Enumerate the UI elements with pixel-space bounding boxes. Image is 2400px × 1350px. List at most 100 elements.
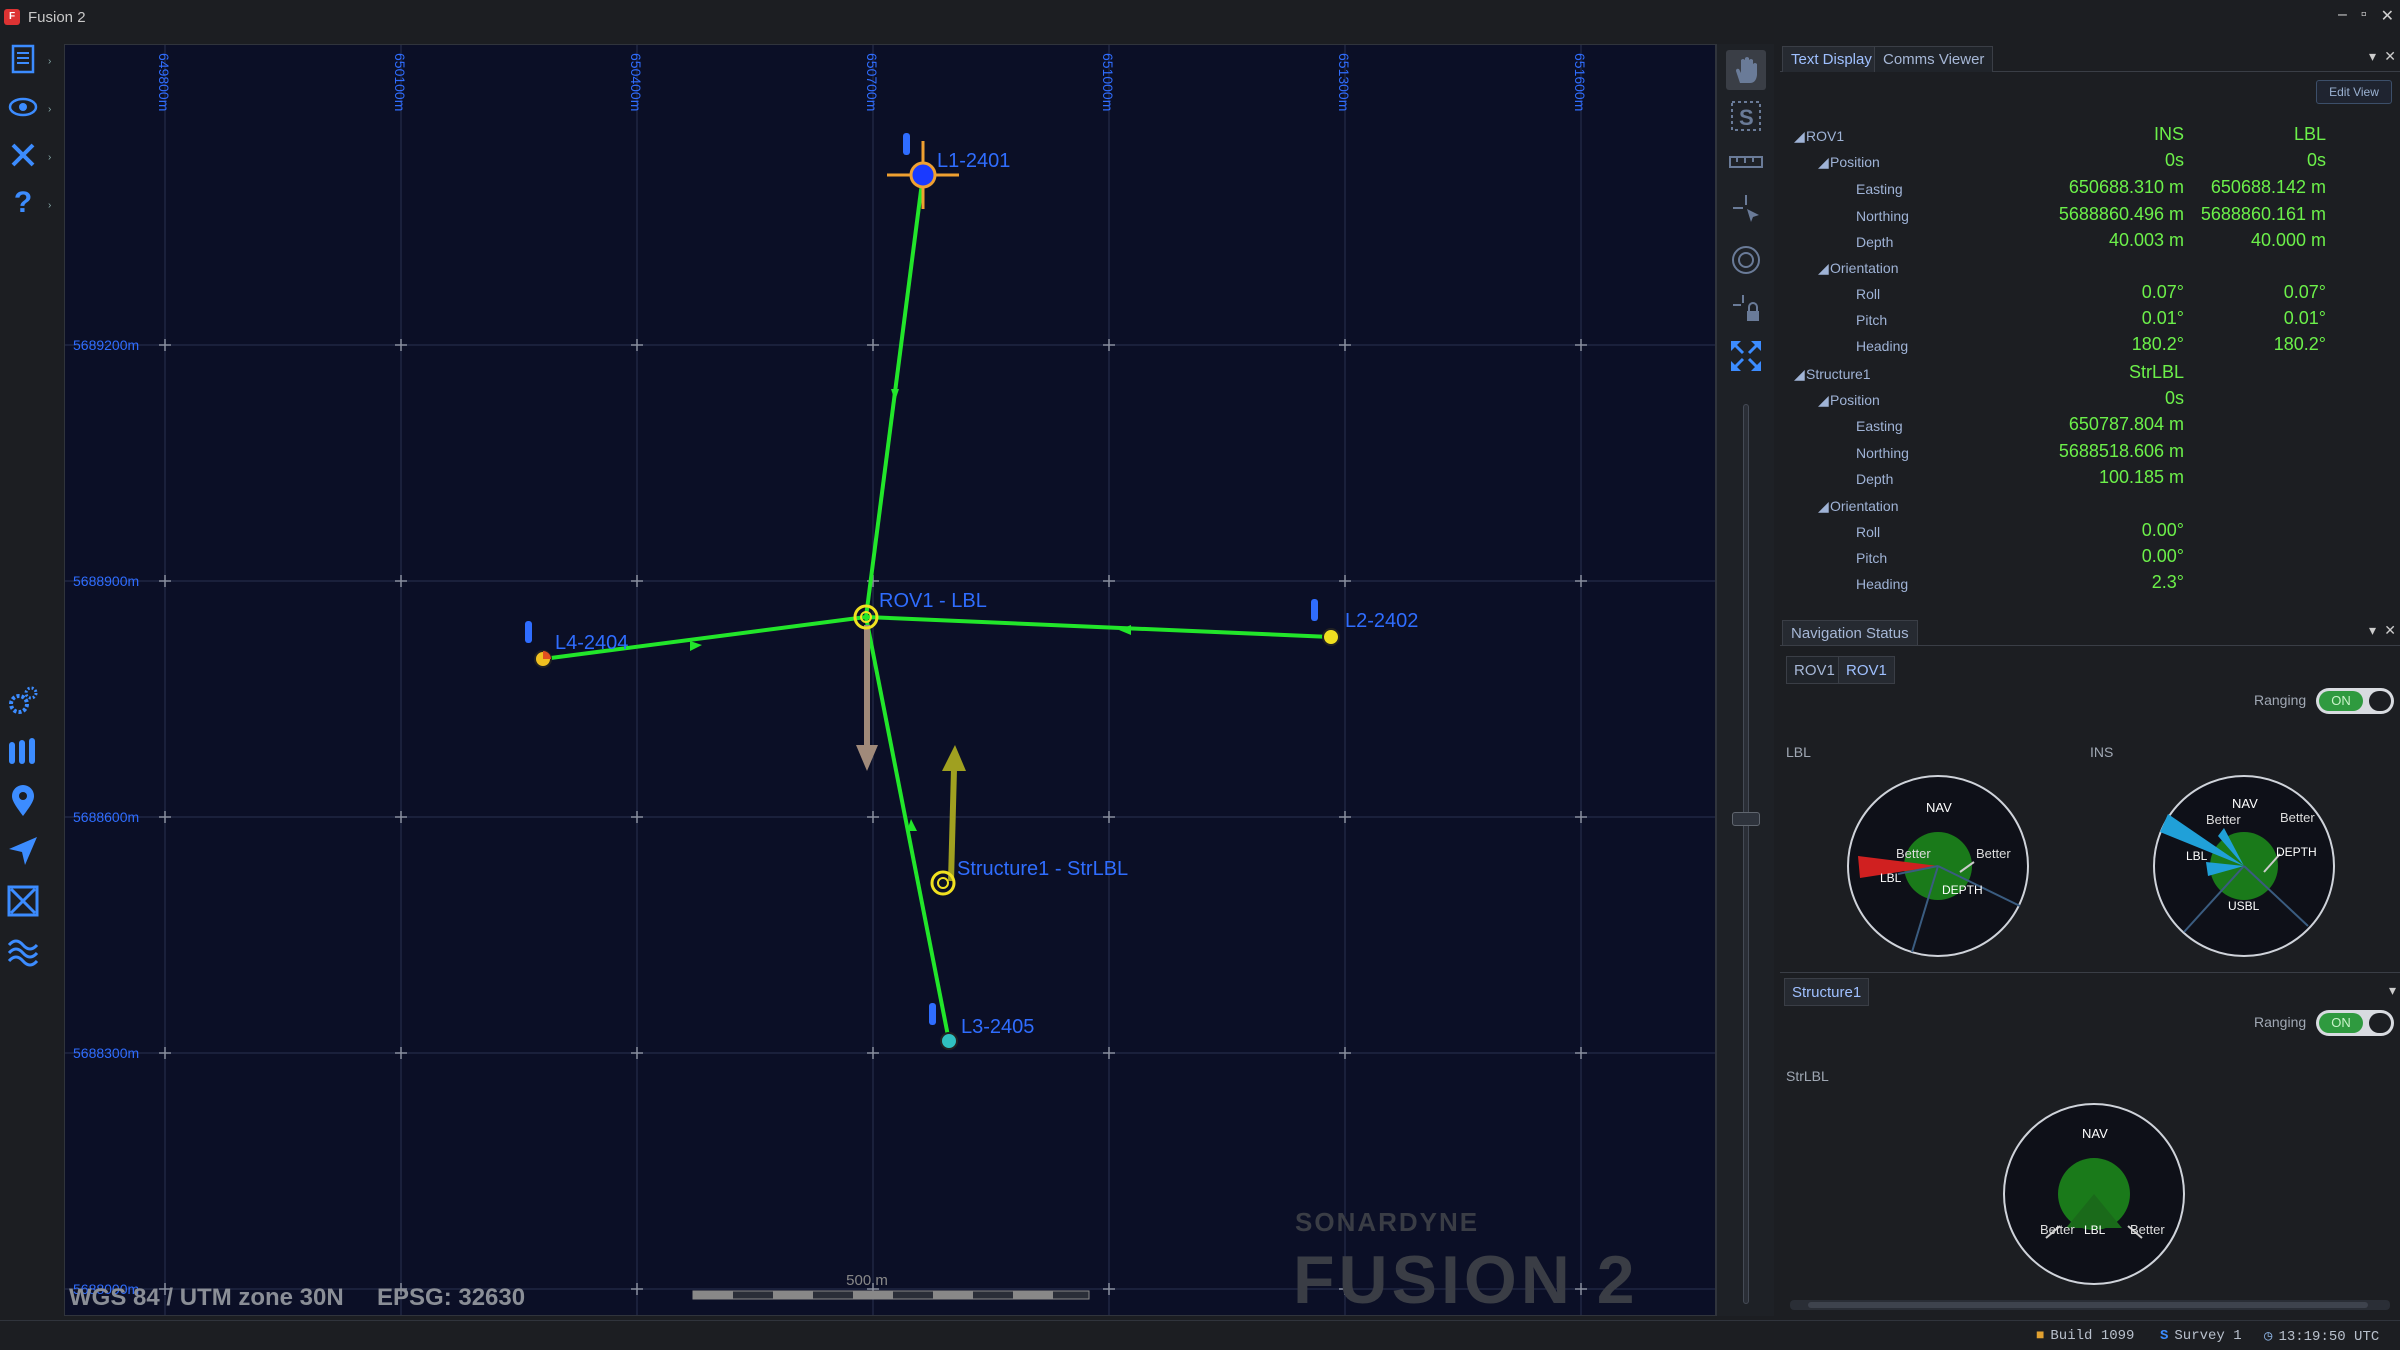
grid-cross-marker <box>1103 1283 1115 1295</box>
lbl-quality-dial: NAV Better Better LBL DEPTH <box>1847 775 2029 957</box>
x-tick-labels: 649800m 650100m 650400m 650700m 651000m 65130… <box>156 53 1588 111</box>
zoom-slider-thumb[interactable] <box>1732 812 1760 826</box>
tab-navigation-status[interactable]: Navigation Status <box>1782 620 1918 646</box>
zoom-slider-track[interactable] <box>1743 404 1749 1304</box>
expand-arrow-icon[interactable]: › <box>48 104 51 115</box>
ranging-label: Ranging <box>2254 692 2307 708</box>
ranging-toggle[interactable]: ON <box>2316 688 2394 714</box>
expand-arrow-icon[interactable]: › <box>48 56 51 67</box>
grid-cross-marker <box>867 339 879 351</box>
network-icon[interactable] <box>6 884 40 918</box>
panel-menu-icon[interactable]: ▾ <box>2369 622 2376 639</box>
map-view[interactable]: 649800m 650100m 650400m 650700m 651000m 65130… <box>64 44 1716 1316</box>
panel-menu-icon[interactable]: ▾ <box>2389 982 2396 999</box>
tree-row-str-roll: Roll 0.00° <box>1780 520 2400 550</box>
scale-label: 500 m <box>846 1272 888 1289</box>
fit-extents-icon[interactable] <box>1726 336 1766 376</box>
left-toolbar: › › › ? › <box>0 34 64 1324</box>
tab-comms-viewer[interactable]: Comms Viewer <box>1874 46 1994 72</box>
ins-dial-lbl: LBL <box>2186 849 2208 863</box>
tab-text-display[interactable]: Text Display <box>1782 46 1881 72</box>
beacon-l1[interactable]: L1-2401 <box>887 133 1010 209</box>
position-label: Position <box>1830 154 1880 170</box>
beacons-icon[interactable] <box>6 734 40 768</box>
structure-marker[interactable]: Structure1 - StrLBL <box>930 858 1128 896</box>
y-tick-label: 5689200m <box>73 337 139 353</box>
document-icon[interactable] <box>6 42 40 76</box>
grid-cross-marker <box>1339 339 1351 351</box>
tree-row-str-heading: Heading 2.3° <box>1780 572 2400 602</box>
pitch-lbl: 0.01° <box>2283 308 2326 328</box>
restore-button[interactable]: ▫ <box>2361 6 2367 26</box>
waves-icon[interactable] <box>6 934 40 968</box>
section-divider <box>1780 972 2400 973</box>
grid-cross-marker <box>1339 1047 1351 1059</box>
arrow-l4 <box>690 641 702 651</box>
tools-icon[interactable] <box>6 138 40 172</box>
panel-close-icon[interactable]: ✕ <box>2384 48 2396 65</box>
tab-structure1[interactable]: Structure1 <box>1784 978 1870 1006</box>
expand-triangle-icon[interactable]: ◢ <box>1794 128 1805 145</box>
pointer-target-icon[interactable] <box>1726 188 1766 228</box>
y-tick-label: 5688300m <box>73 1045 139 1061</box>
expand-arrow-icon[interactable]: › <box>48 200 51 211</box>
expand-triangle-icon[interactable]: ◢ <box>1818 392 1829 409</box>
panel-close-icon[interactable]: ✕ <box>2384 622 2396 639</box>
roll-ins: 0.07° <box>2141 282 2184 302</box>
str-dial-better-right: Better <box>2130 1222 2165 1237</box>
expand-arrow-icon[interactable]: › <box>48 152 51 163</box>
tree-row-heading: Heading 180.2° 180.2° <box>1780 334 2400 364</box>
help-icon[interactable]: ? <box>6 186 40 220</box>
tree-row-structure[interactable]: ◢ Structure1 StrLBL <box>1780 362 2400 392</box>
toggle-knob <box>2369 1013 2391 1033</box>
lbl-dial-depth: DEPTH <box>1942 883 1983 897</box>
panel-horizontal-scrollbar[interactable] <box>1790 1300 2390 1310</box>
tree-row-str-orientation[interactable]: ◢ Orientation <box>1780 498 2400 524</box>
structure-ranging-toggle[interactable]: ON <box>2316 1010 2394 1036</box>
beacon-l2[interactable]: L2-2402 <box>1311 599 1418 646</box>
grid-cross-marker <box>631 575 643 587</box>
pan-hand-icon[interactable] <box>1726 50 1766 90</box>
str-position-label: Position <box>1830 392 1880 408</box>
expand-triangle-icon[interactable]: ◢ <box>1818 260 1829 277</box>
lbl-dial-better-left: Better <box>1896 846 1931 861</box>
ruler-icon[interactable] <box>1726 142 1766 182</box>
ranging-toggle-state: ON <box>2319 691 2363 711</box>
select-s-icon[interactable]: S <box>1726 96 1766 136</box>
lbl-dial-nav: NAV <box>1926 800 1952 815</box>
svg-text:S: S <box>1739 105 1754 130</box>
survey-status[interactable]: S Survey 1 <box>2160 1328 2242 1344</box>
str-roll-label: Roll <box>1856 524 1881 540</box>
settings-gears-icon[interactable] <box>6 684 40 718</box>
grid-cross-marker <box>159 811 171 823</box>
easting-ins: 650688.310 m <box>2068 177 2184 197</box>
expand-triangle-icon[interactable]: ◢ <box>1818 154 1829 171</box>
link-rov-l2 <box>865 615 1332 639</box>
edit-view-button[interactable]: Edit View <box>2316 80 2392 104</box>
expand-triangle-icon[interactable]: ◢ <box>1794 366 1805 383</box>
label-structure: Structure1 - StrLBL <box>957 858 1128 880</box>
northing-label: Northing <box>1856 208 1909 224</box>
expand-triangle-icon[interactable]: ◢ <box>1818 498 1829 515</box>
tab-rov1-b[interactable]: ROV1 <box>1838 656 1895 684</box>
lock-pointer-icon[interactable] <box>1726 288 1766 328</box>
str-pitch: 0.00° <box>2141 546 2184 566</box>
label-rov: ROV1 - LBL <box>879 590 987 612</box>
beacon-l4[interactable]: L4-2404 <box>525 621 628 668</box>
panel-menu-icon[interactable]: ▾ <box>2369 48 2376 65</box>
navigate-arrow-icon[interactable] <box>6 834 40 868</box>
map-canvas[interactable]: 649800m 650100m 650400m 650700m 651000m 65130… <box>65 45 1716 1316</box>
grid-cross-marker <box>159 575 171 587</box>
circle-icon[interactable] <box>1726 240 1766 280</box>
x-tick-label: 651300m <box>1336 53 1352 111</box>
label-l2: L2-2402 <box>1345 610 1418 632</box>
close-window-button[interactable]: ✕ <box>2381 6 2394 26</box>
scrollbar-thumb[interactable] <box>1808 1302 2368 1308</box>
northing-lbl: 5688860.161 m <box>2200 204 2326 224</box>
tab-rov1-a[interactable]: ROV1 <box>1786 656 1843 684</box>
location-pin-icon[interactable] <box>6 784 40 818</box>
grid-cross-marker <box>867 811 879 823</box>
minimize-button[interactable]: – <box>2338 6 2347 26</box>
toggle-knob <box>2369 691 2391 711</box>
eye-icon[interactable] <box>6 90 40 124</box>
